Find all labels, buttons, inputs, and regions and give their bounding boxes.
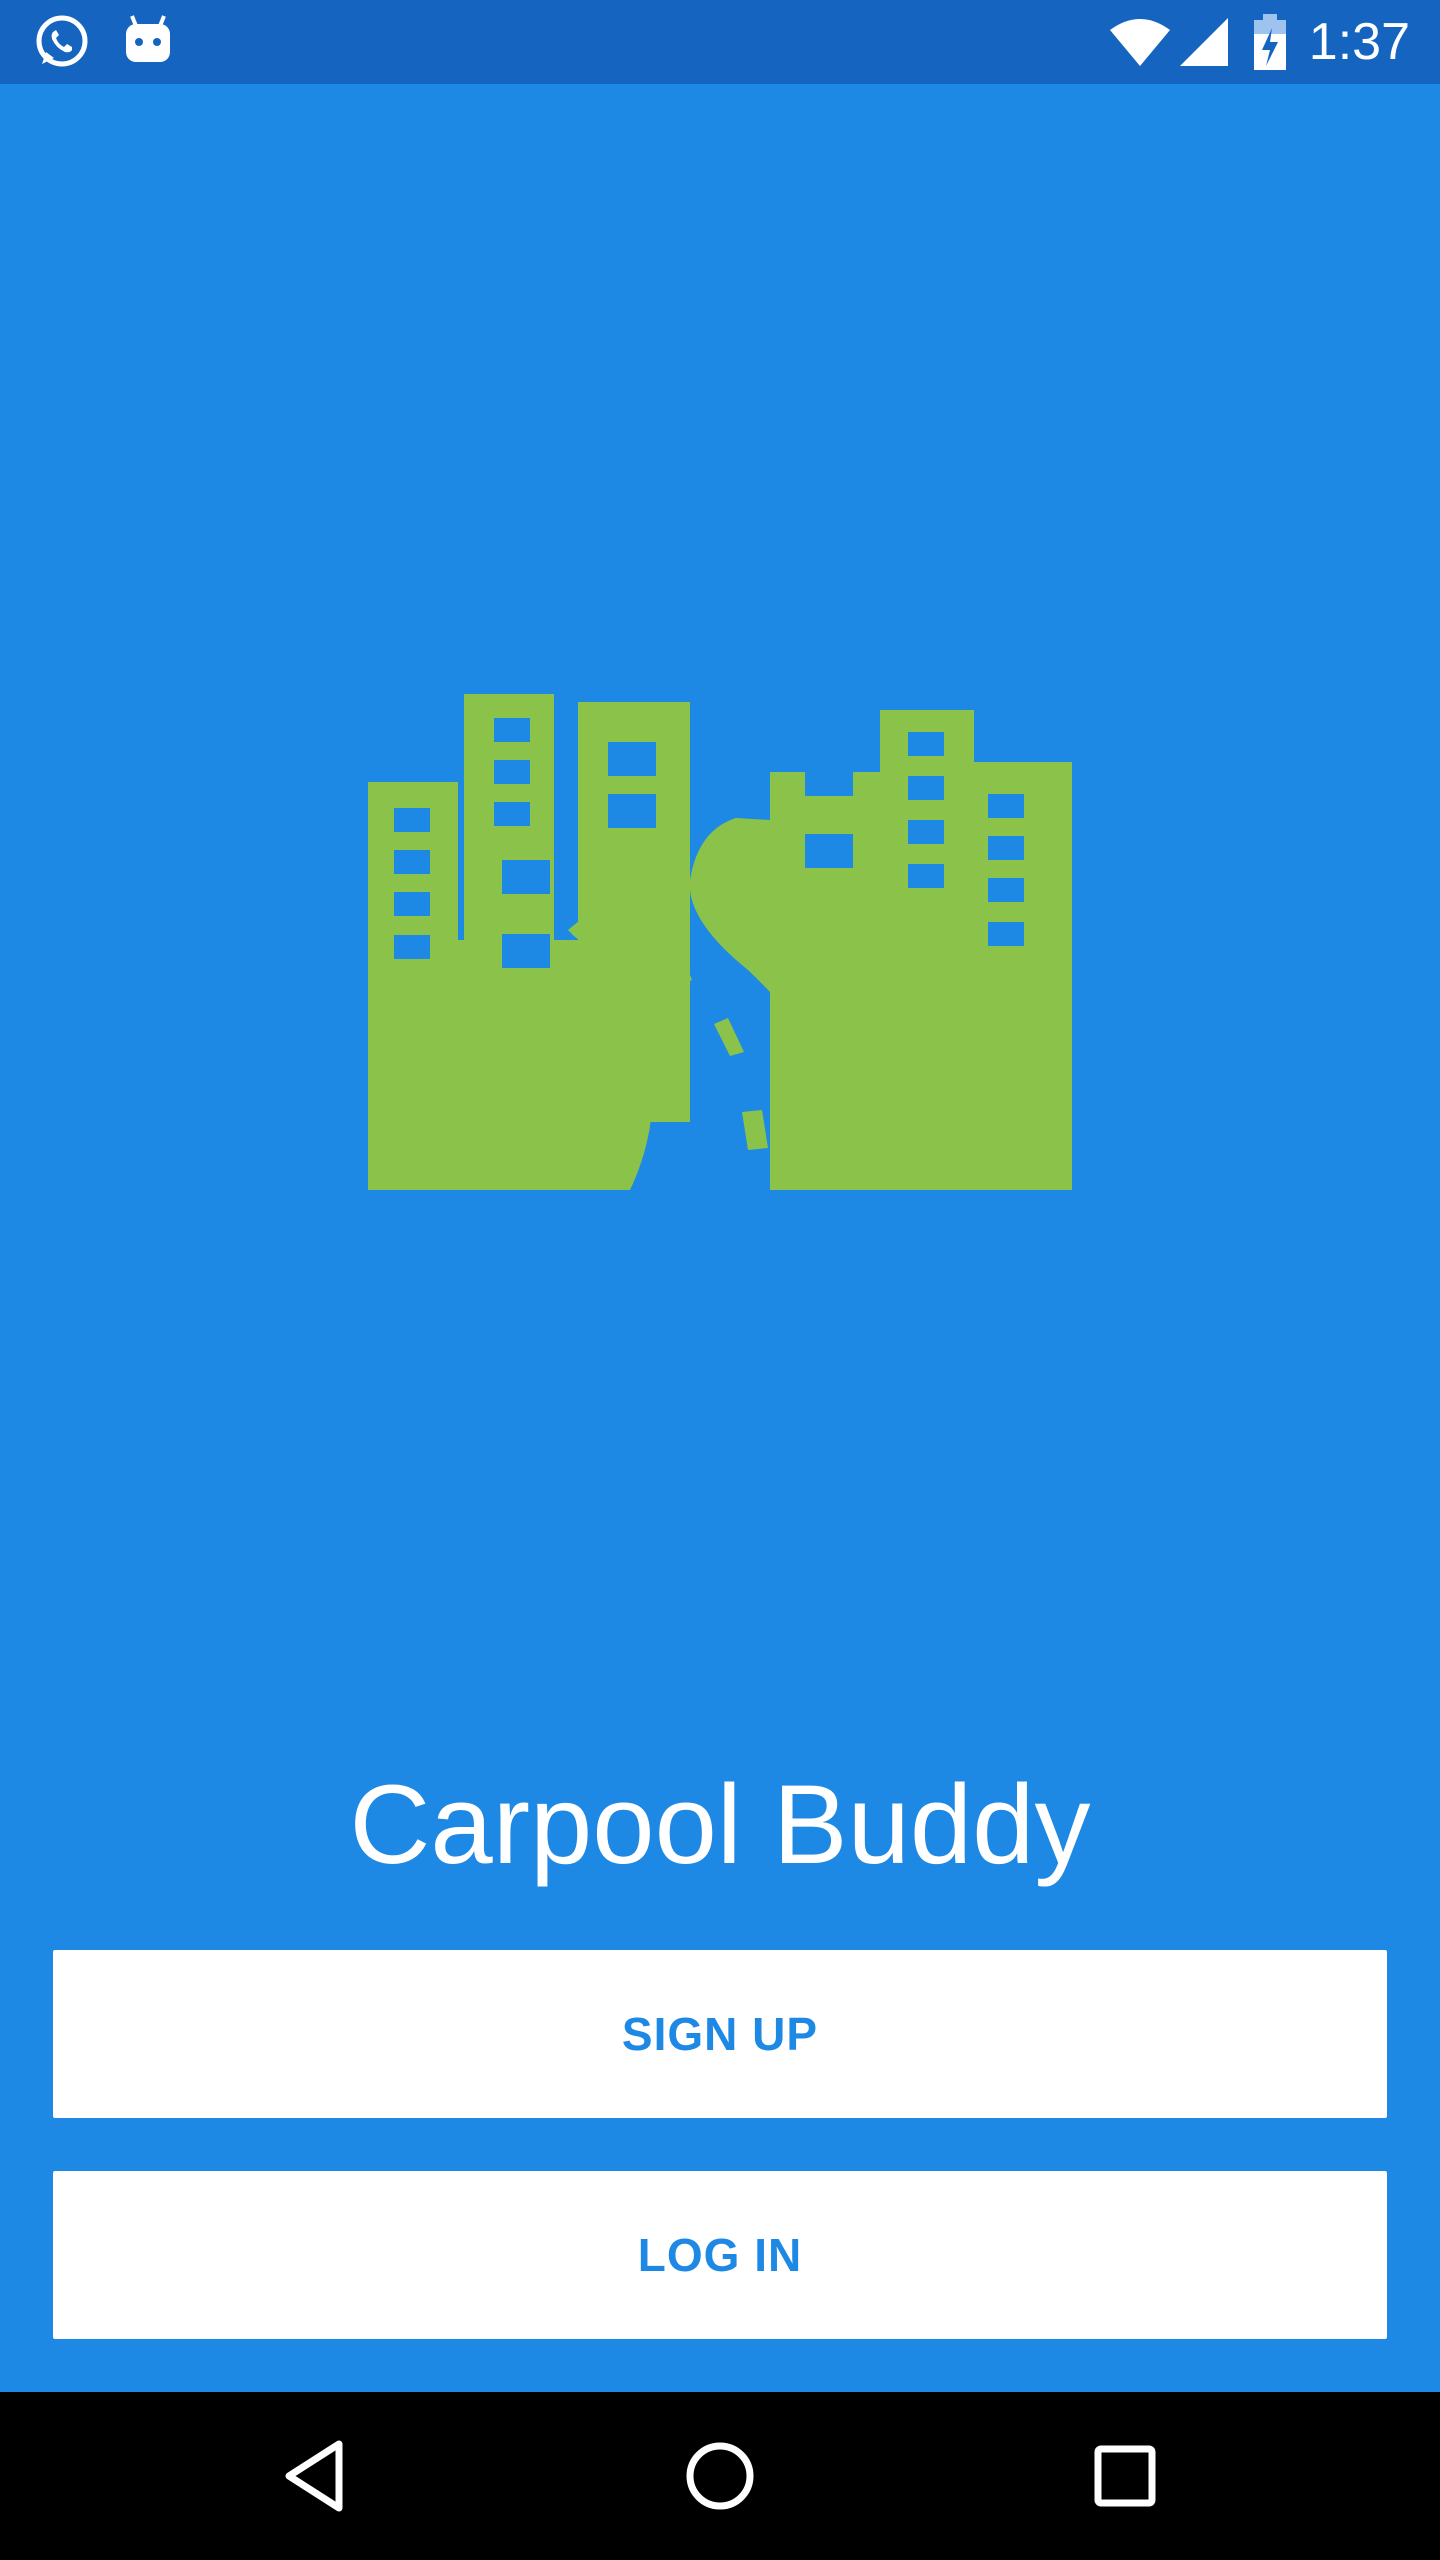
- city-road-logo-icon: [368, 690, 1072, 1190]
- navigation-bar: [0, 2392, 1440, 2560]
- recents-icon[interactable]: [1065, 2416, 1185, 2536]
- back-icon[interactable]: [256, 2416, 376, 2536]
- app-screen: 1:37 Carpool Buddy SIGN UP LOG IN: [0, 0, 1440, 2560]
- status-time: 1:37: [1308, 13, 1410, 71]
- app-title: Carpool Buddy: [349, 1762, 1091, 1887]
- home-icon[interactable]: [660, 2416, 780, 2536]
- sign-up-button[interactable]: SIGN UP: [53, 1950, 1387, 2118]
- status-bar: 1:37: [0, 0, 1440, 84]
- android-icon: [120, 12, 176, 77]
- wifi-icon: [1108, 16, 1172, 73]
- battery-charging-icon: [1252, 14, 1288, 75]
- whatsapp-icon: [32, 12, 92, 77]
- log-in-button[interactable]: LOG IN: [53, 2171, 1387, 2339]
- cell-signal-icon: [1178, 16, 1230, 73]
